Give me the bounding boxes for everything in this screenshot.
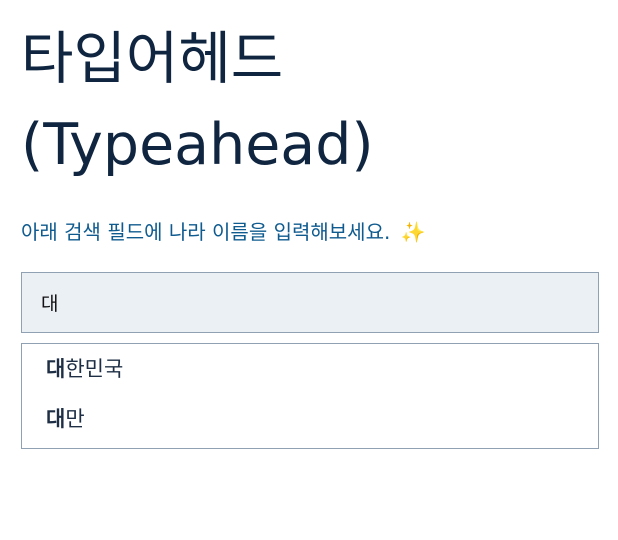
suggestion-match-text: 대: [46, 357, 66, 381]
suggestion-item-taiwan[interactable]: 대만: [22, 400, 598, 442]
instruction-label: 아래 검색 필드에 나라 이름을 입력해보세요.: [21, 220, 391, 244]
page: 타입어헤드 (Typeahead) 아래 검색 필드에 나라 이름을 입력해보세…: [0, 0, 618, 449]
page-title-line-1: 타입어헤드: [21, 26, 284, 92]
suggestion-list: 대한민국 대만: [21, 343, 599, 449]
suggestion-match-text: 대: [46, 407, 66, 431]
search-input[interactable]: [21, 272, 599, 333]
suggestion-rest-text: 한민국: [65, 357, 124, 381]
page-title-line-2: (Typeahead): [21, 112, 374, 178]
instruction-text: 아래 검색 필드에 나라 이름을 입력해보세요. ✨: [21, 218, 598, 246]
sparkles-icon: ✨: [400, 220, 426, 244]
page-title: 타입어헤드 (Typeahead): [21, 0, 598, 188]
suggestion-rest-text: 만: [65, 407, 85, 431]
suggestion-item-korea[interactable]: 대한민국: [22, 350, 598, 400]
